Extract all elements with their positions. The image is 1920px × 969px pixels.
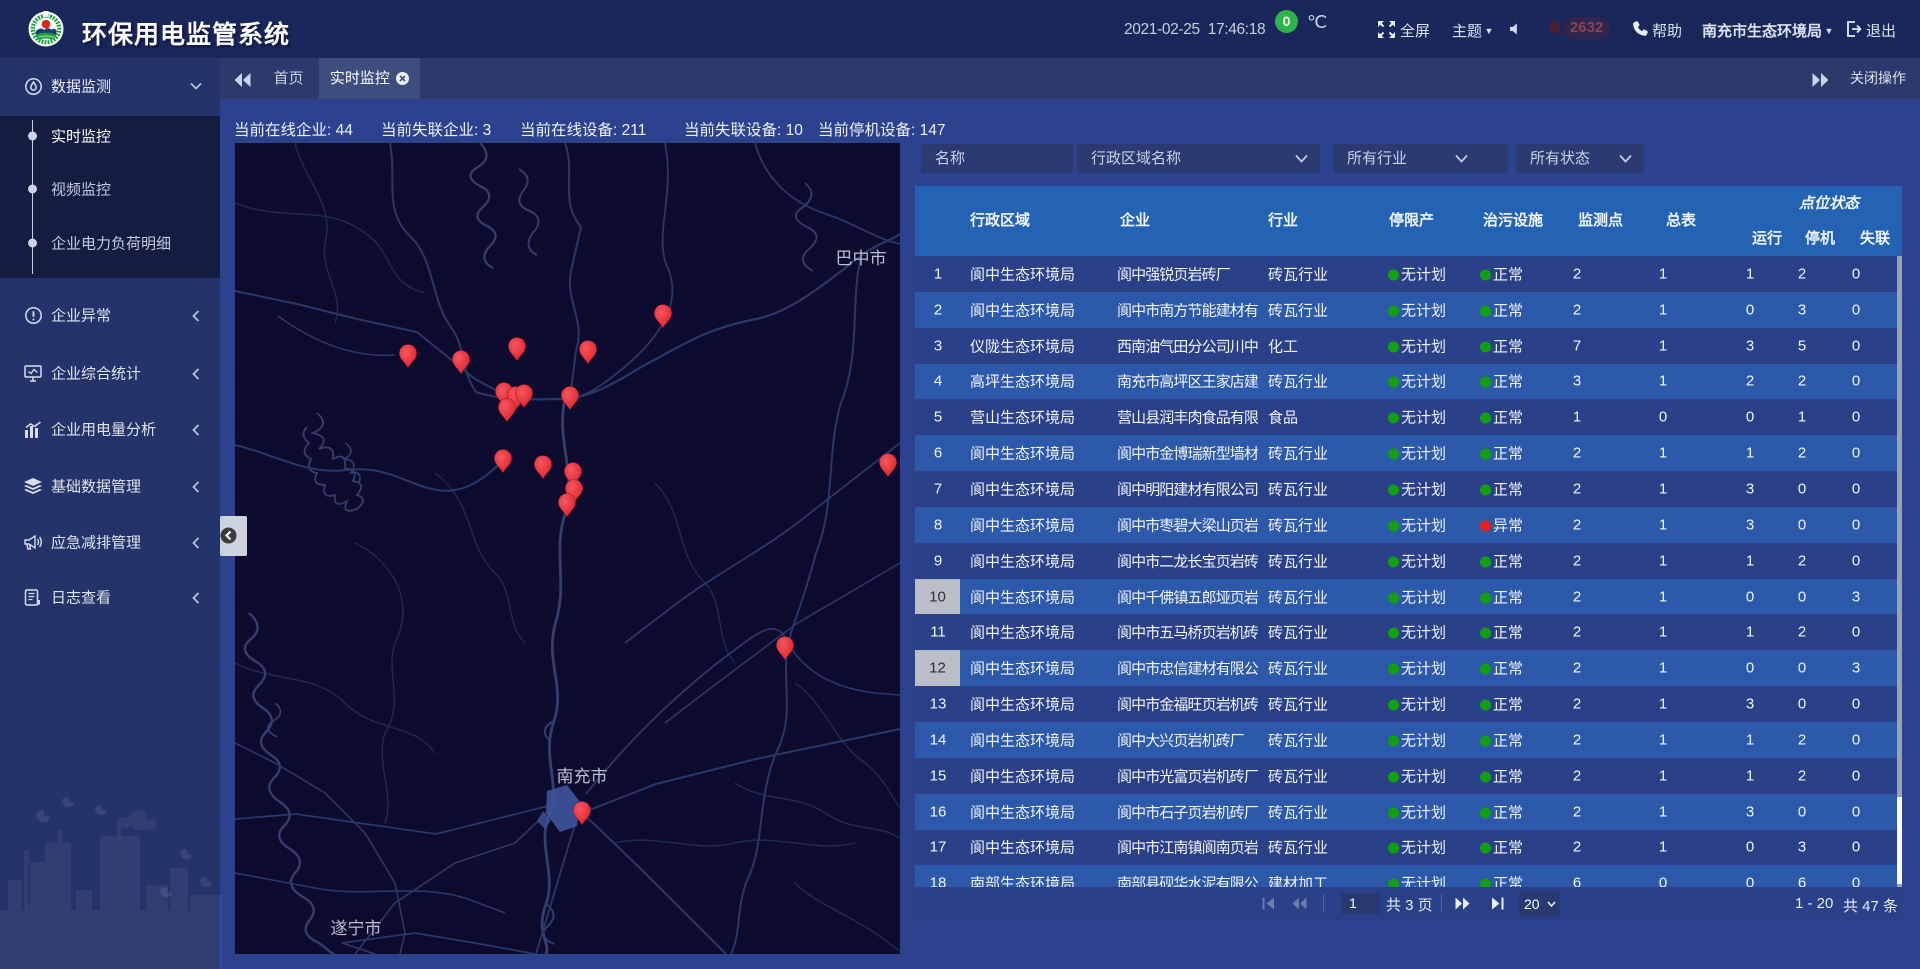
- svg-text:巴中市: 巴中市: [836, 249, 887, 268]
- svg-text:南充市: 南充市: [557, 767, 608, 786]
- svg-text:遂宁市: 遂宁市: [331, 919, 382, 938]
